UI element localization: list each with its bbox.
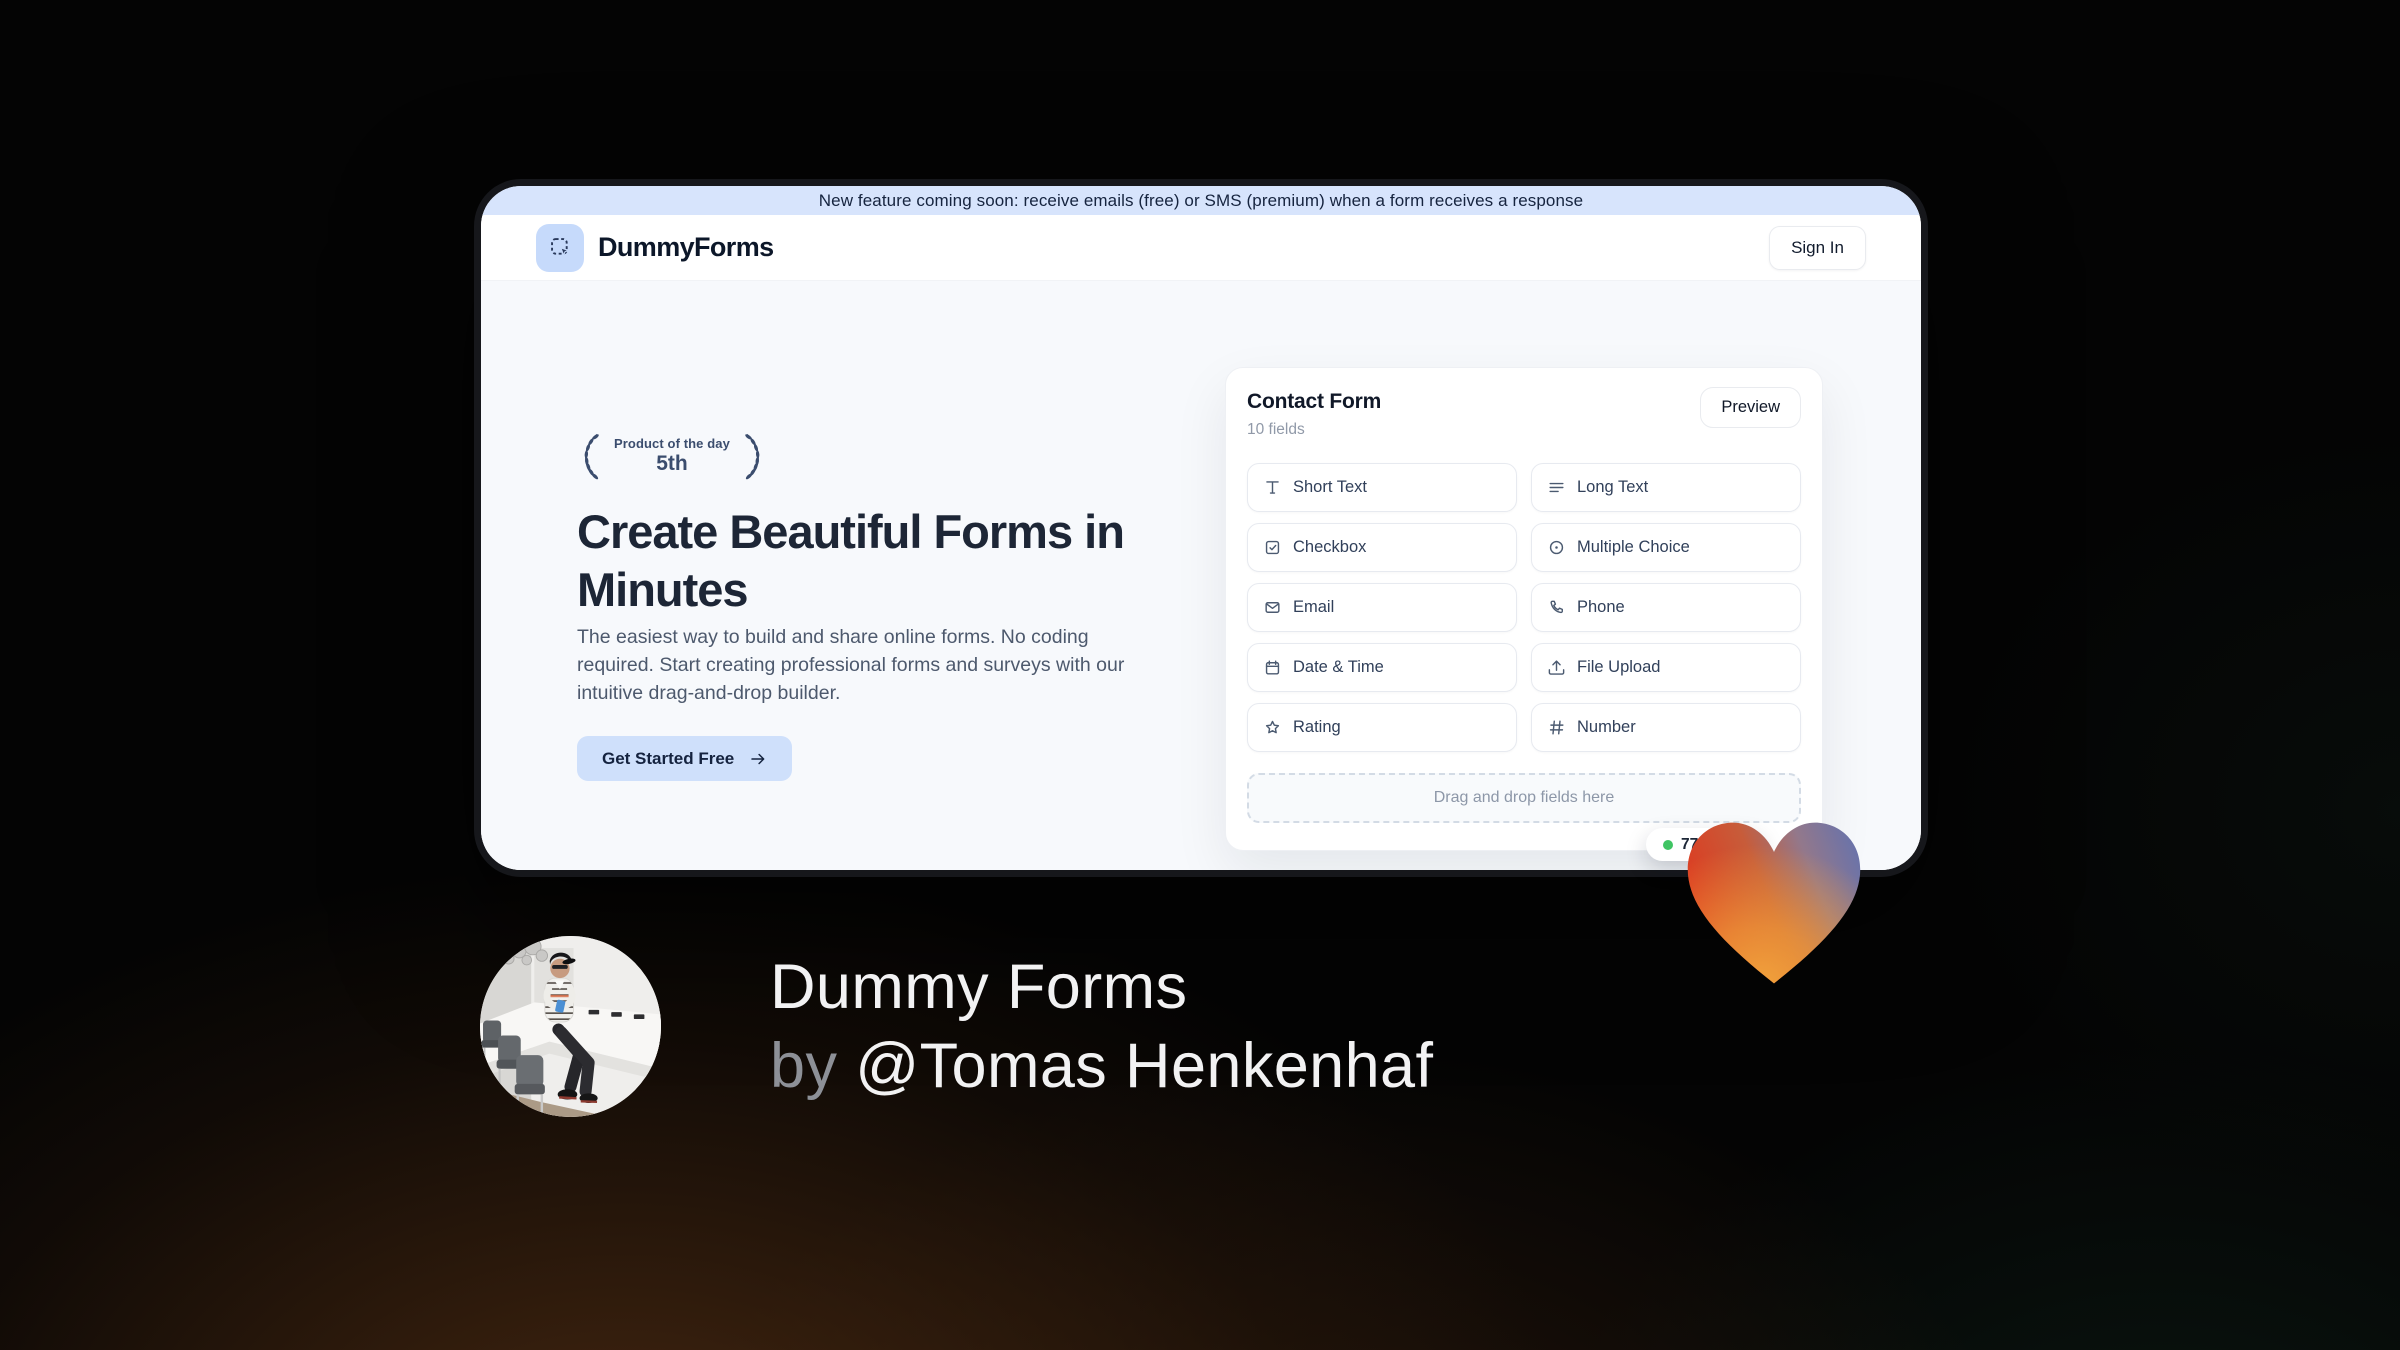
laurel-right-icon [745,433,760,480]
byline-prefix: by [770,1031,856,1101]
attribution-title: Dummy Forms [770,952,1188,1022]
arrow-right-icon [751,753,765,764]
avatar-photo-illustration [480,936,661,1117]
get-started-label: Get Started Free [602,748,735,768]
field-chip-label: Checkbox [1293,538,1367,556]
author-avatar [480,936,661,1117]
field-chip-label: Email [1293,598,1335,616]
product-of-the-day-badge: Product of the day 5th [577,431,767,481]
sign-in-button[interactable]: Sign In [1769,225,1866,270]
icon-short-text [1263,478,1282,497]
preview-button[interactable]: Preview [1700,387,1801,428]
icon-long-text [1547,478,1566,497]
hero-headline: Create Beautiful Forms in Minutes [577,505,1125,616]
field-chip-long-text[interactable]: Long Text [1531,463,1801,512]
field-chip-label: Multiple Choice [1577,538,1690,556]
field-chip-label: Phone [1577,598,1625,616]
field-grid: Short Text Long Text Checkbox Multiple C… [1247,463,1801,752]
dashed-cursor-logo-icon [550,238,570,257]
icon-phone [1547,598,1566,617]
field-chip-label: Number [1577,718,1636,736]
announcement-banner: New feature coming soon: receive emails … [481,186,1921,215]
field-chip-email[interactable]: Email [1247,583,1517,632]
field-chip-rating[interactable]: Rating [1247,703,1517,752]
field-chip-label: Rating [1293,718,1341,736]
icon-checkbox [1263,538,1282,557]
field-chip-checkbox[interactable]: Checkbox [1247,523,1517,572]
field-chip-phone[interactable]: Phone [1531,583,1801,632]
icon-calendar [1263,658,1282,677]
icon-multiple-choice [1547,538,1566,557]
award-rank: 5th [656,452,688,475]
icon-upload [1547,658,1566,677]
icon-hash [1547,718,1566,737]
dropzone-label: Drag and drop fields here [1433,789,1615,806]
field-chip-number[interactable]: Number [1531,703,1801,752]
get-started-button[interactable]: Get Started Free [577,736,793,781]
icon-star [1263,718,1282,737]
brand-name[interactable]: DummyForms [598,232,774,263]
icon-email [1263,598,1282,617]
field-chip-label: File Upload [1577,658,1661,676]
brand-logo[interactable] [536,223,584,272]
hero-section: Product of the day 5th Create Beautiful … [481,281,1921,870]
author-handle: @Tomas Henkenhaf [855,1031,1434,1101]
field-chip-label: Long Text [1577,478,1649,496]
field-chip-file-upload[interactable]: File Upload [1531,643,1801,692]
browser-window-mockup: New feature coming soon: receive emails … [481,186,1921,870]
field-chip-label: Date & Time [1293,658,1384,676]
field-chip-label: Short Text [1293,478,1367,496]
award-title: Product of the day [614,436,730,451]
attribution-byline: by @Tomas Henkenhaf [770,1027,1433,1106]
hero-description: The easiest way to build and share onlin… [577,626,1125,704]
gradient-heart-icon [1687,822,1861,984]
field-chip-short-text[interactable]: Short Text [1247,463,1517,512]
laurel-left-icon [584,433,599,480]
online-dot-icon [1663,839,1673,850]
form-builder-card: Contact Form 10 fields Preview Short Tex… [1225,367,1823,851]
announcement-text: New feature coming soon: receive emails … [818,190,1584,210]
site-header: DummyForms Sign In [481,215,1921,281]
field-chip-date-time[interactable]: Date & Time [1247,643,1517,692]
field-chip-multiple-choice[interactable]: Multiple Choice [1531,523,1801,572]
attribution-text: Dummy Forms by @Tomas Henkenhaf [770,948,1433,1106]
